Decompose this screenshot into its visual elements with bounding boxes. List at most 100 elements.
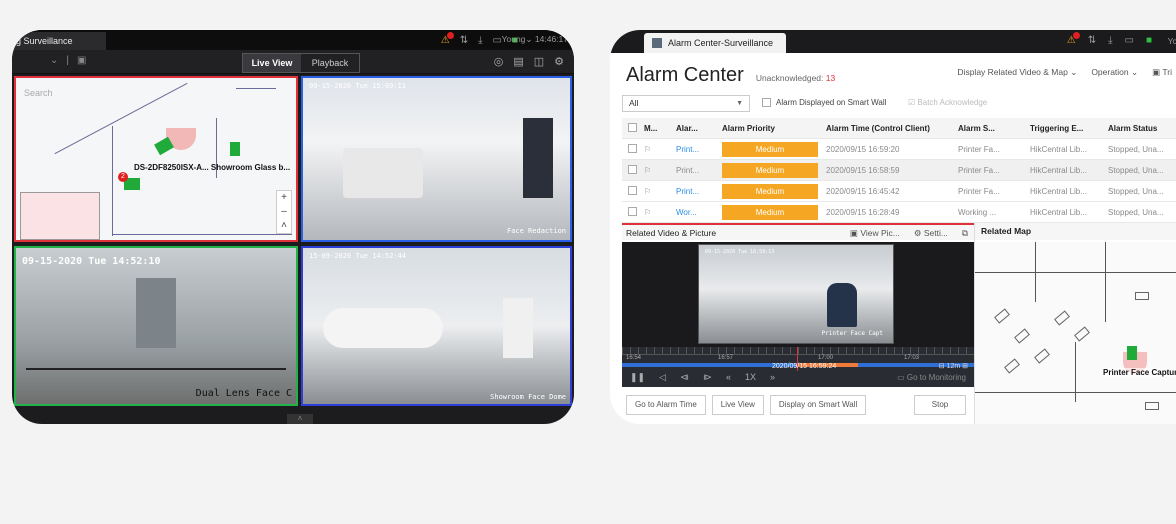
video-caption: Printer Face Capt bbox=[821, 330, 883, 337]
table-row[interactable]: ⚐ Print... Medium 2020/09/15 16:58:59 Pr… bbox=[622, 160, 1176, 181]
go-to-alarm-time-button[interactable]: Go to Alarm Time bbox=[626, 395, 706, 415]
smart-wall-checkbox[interactable]: Alarm Displayed on Smart Wall bbox=[762, 98, 886, 107]
map-tile[interactable]: Search 2 DS-2DF8250ISX-A... Showroom Gla… bbox=[14, 76, 298, 242]
window-icon[interactable]: ◫ bbox=[534, 55, 544, 68]
delete-icon[interactable]: ▭ bbox=[1125, 35, 1134, 46]
gear-icon[interactable]: ⚙ bbox=[554, 55, 564, 68]
column-header-source[interactable]: Alarm S... bbox=[952, 124, 1024, 133]
counter bbox=[323, 308, 443, 348]
display-related-dropdown[interactable]: Display Related Video & Map ⌄ bbox=[957, 67, 1077, 78]
playback-button[interactable]: Playback bbox=[301, 54, 359, 72]
go-to-monitoring-button[interactable]: ▭ Go to Monitoring bbox=[897, 373, 966, 382]
table-row[interactable]: ⚐ Print... Medium 2020/09/15 16:59:20 Pr… bbox=[622, 139, 1176, 160]
live-view-button[interactable]: Live View bbox=[243, 54, 301, 72]
alarm-name[interactable]: Print... bbox=[676, 145, 716, 154]
transfer-icon[interactable]: ⇅ bbox=[460, 35, 468, 46]
delete-icon[interactable]: ▭ bbox=[493, 35, 502, 46]
alarm-center-window: Alarm Center-Surveillance ⚠ ⇅ ⤓ ▭ ■ You … bbox=[610, 30, 1176, 424]
row-checkbox[interactable] bbox=[628, 206, 637, 216]
column-header-priority[interactable]: Alarm Priority bbox=[716, 124, 820, 133]
tab-alarm-center[interactable]: Alarm Center-Surveillance bbox=[644, 33, 786, 53]
video-tile[interactable]: 09-15-2020 Tue 14:52:10 Dual Lens Face C bbox=[14, 246, 298, 406]
popout-icon[interactable]: ⧉ bbox=[962, 228, 968, 239]
video-player[interactable]: 09-15-2020 Tue 16:59:13 Printer Face Cap… bbox=[622, 242, 974, 347]
select-all-checkbox[interactable] bbox=[628, 122, 637, 132]
table-row[interactable]: ⚐ Print... Medium 2020/09/15 16:45:42 Pr… bbox=[622, 181, 1176, 202]
operation-dropdown[interactable]: Operation ⌄ bbox=[1091, 67, 1138, 78]
column-header-alarm[interactable]: Alar... bbox=[676, 124, 716, 133]
map-search-input[interactable]: Search bbox=[24, 88, 53, 98]
pause-icon[interactable]: ❚❚ bbox=[630, 372, 645, 383]
speed-up-icon[interactable]: » bbox=[770, 372, 775, 383]
zoom-in-icon[interactable]: + bbox=[277, 191, 291, 205]
video-caption: Showroom Face Dome bbox=[490, 393, 566, 401]
chevron-down-icon[interactable]: ⌄ bbox=[50, 55, 58, 66]
layout-icon[interactable]: ▤ bbox=[513, 55, 523, 68]
save-icon[interactable]: ▣ bbox=[77, 55, 86, 66]
tab-surveillance[interactable]: g Surveillance bbox=[12, 32, 106, 50]
row-checkbox[interactable] bbox=[628, 143, 637, 153]
live-view-button[interactable]: Live View bbox=[711, 395, 764, 415]
trigger-button[interactable]: ▣ Tri bbox=[1152, 67, 1172, 78]
column-header-trigger[interactable]: Triggering E... bbox=[1024, 124, 1102, 133]
row-checkbox[interactable] bbox=[628, 164, 637, 174]
video-timestamp: 09-15-2020 Tue 16:59:13 bbox=[705, 249, 775, 255]
video-tile[interactable]: 15-09-2020 Tue 14:52:44 Showroom Face Do… bbox=[301, 246, 572, 406]
flag-icon[interactable]: ⚐ bbox=[640, 145, 676, 154]
table-row[interactable]: ⚐ Wor... Medium 2020/09/15 16:28:49 Work… bbox=[622, 202, 1176, 223]
zoom-out-icon[interactable]: – bbox=[277, 205, 291, 219]
playback-timeline[interactable]: 16:54 16:57 17:00 17:03 2020/09/15 16:59… bbox=[622, 347, 974, 371]
row-checkbox[interactable] bbox=[628, 185, 637, 195]
collapse-icon[interactable]: ˄ bbox=[277, 219, 291, 233]
caret-down-icon: ▼ bbox=[736, 100, 743, 107]
floor-map[interactable]: Printer Face Capture bbox=[975, 242, 1176, 424]
slow-down-icon[interactable]: « bbox=[726, 372, 731, 383]
alarm-name[interactable]: Wor... bbox=[676, 208, 716, 217]
expand-handle-icon[interactable]: ˄ bbox=[287, 414, 313, 424]
title-bar: Alarm Center-Surveillance ⚠ ⇅ ⤓ ▭ ■ You bbox=[610, 30, 1176, 53]
flag-icon[interactable]: ⚐ bbox=[640, 166, 676, 175]
stop-button[interactable]: Stop bbox=[914, 395, 966, 415]
timeline-ticks bbox=[622, 347, 974, 355]
column-header-time[interactable]: Alarm Time (Control Client) bbox=[820, 124, 952, 133]
video-tile[interactable]: 09-15-2020 Tue 15:09:11 Face Redaction bbox=[301, 76, 572, 242]
flag-icon[interactable]: ⚐ bbox=[640, 208, 676, 217]
mini-map[interactable] bbox=[20, 192, 100, 240]
transfer-icon[interactable]: ⇅ bbox=[1088, 35, 1096, 46]
download-icon[interactable]: ⤓ bbox=[1108, 35, 1112, 46]
floor-wall bbox=[236, 88, 276, 89]
frame-back-icon[interactable]: ⧏ bbox=[680, 372, 689, 383]
alarm-name[interactable]: Print... bbox=[676, 166, 716, 175]
alarm-source: Printer Fa... bbox=[958, 186, 1000, 196]
settings-button[interactable]: ⚙ Setti... bbox=[914, 228, 948, 239]
flag-icon[interactable]: ⚐ bbox=[640, 187, 676, 196]
alarm-name[interactable]: Print... bbox=[676, 187, 716, 196]
alarm-warning-icon[interactable]: ⚠ bbox=[1067, 32, 1080, 46]
filter-select[interactable]: All ▼ bbox=[622, 95, 750, 112]
camera-label: DS-2DF8250ISX-A... Showroom Glass b... bbox=[134, 163, 291, 172]
status-icon[interactable]: ■ bbox=[1146, 35, 1152, 46]
column-header-mark[interactable]: M... bbox=[640, 124, 676, 133]
broadcast-icon[interactable]: ◎ bbox=[494, 55, 504, 68]
column-header-status[interactable]: Alarm Status bbox=[1102, 124, 1176, 133]
floor-wall bbox=[1035, 242, 1036, 302]
timeline-zoom[interactable]: ⊟ 12m ⊞ bbox=[939, 362, 968, 370]
zoom-control[interactable]: + – ˄ bbox=[276, 190, 292, 234]
camera-icon[interactable] bbox=[1127, 346, 1137, 360]
checkbox[interactable] bbox=[762, 98, 771, 107]
user-name[interactable]: You bbox=[1168, 36, 1176, 46]
alarm-source: Printer Fa... bbox=[958, 165, 1000, 175]
camera-label: Printer Face Capture bbox=[1103, 368, 1176, 377]
batch-acknowledge-button[interactable]: ☑ Batch Acknowledge bbox=[908, 98, 987, 107]
playback-controls: ❚❚ ◁ ⧏ ⧐ « 1X » ▭ Go to Monitoring bbox=[622, 371, 974, 387]
camera-icon[interactable] bbox=[230, 142, 240, 156]
display-on-smart-wall-button[interactable]: Display on Smart Wall bbox=[769, 395, 867, 415]
alarm-time: 2020/09/15 16:45:42 bbox=[826, 186, 900, 196]
frame-forward-icon[interactable]: ⧐ bbox=[703, 372, 712, 383]
alarm-warning-icon[interactable]: ⚠ bbox=[441, 31, 454, 46]
view-picture-button[interactable]: ▣ View Pic... bbox=[850, 228, 900, 239]
timeline-date: 2020/09/15 16:59:24 bbox=[772, 363, 837, 370]
download-icon[interactable]: ⤓ bbox=[478, 35, 482, 46]
user-name[interactable]: Young bbox=[502, 34, 526, 44]
reverse-icon[interactable]: ◁ bbox=[659, 372, 666, 383]
